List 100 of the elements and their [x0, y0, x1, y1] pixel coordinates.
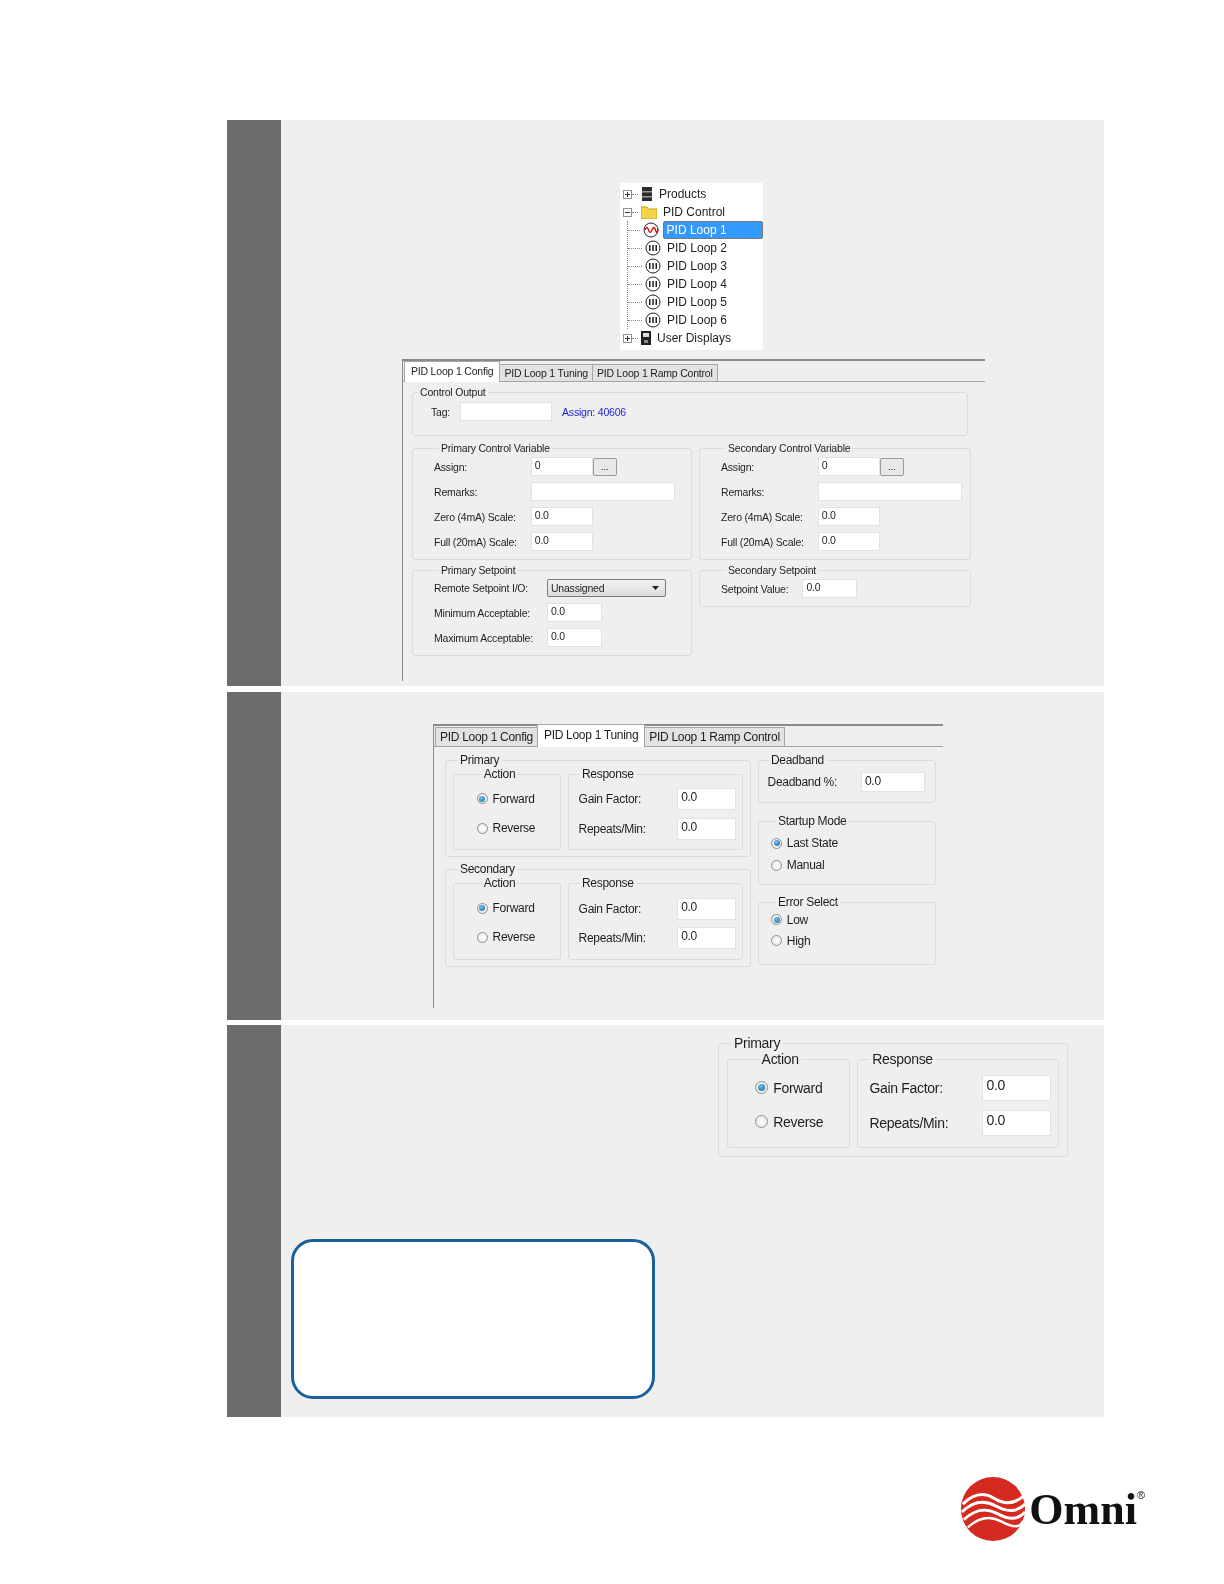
field-label: Gain Factor: — [869, 1080, 943, 1097]
group-title: Deadband — [770, 753, 825, 767]
tab[interactable]: PID Loop 1 Ramp Control — [644, 727, 785, 746]
tab[interactable]: PID Loop 1 Config — [435, 727, 538, 746]
text-field[interactable]: 0.0 — [817, 532, 880, 551]
option-label: Reverse — [492, 821, 536, 836]
field-label: Remote Setpoint I/O: — [434, 582, 530, 594]
group-title: Primary — [733, 1035, 782, 1051]
radio-button[interactable] — [754, 1115, 768, 1129]
group-title: Response — [581, 876, 635, 891]
tree-item[interactable]: PID Loop 6 — [665, 312, 730, 328]
option-label: Forward — [492, 791, 535, 806]
text-field[interactable]: 0 — [530, 457, 593, 476]
option-label: Reverse — [492, 930, 536, 945]
tab[interactable]: PID Loop 1 Config — [404, 361, 501, 382]
field-label: Repeats/Min: — [578, 821, 646, 836]
caret-icon — [651, 586, 659, 590]
tree-item[interactable]: Products — [657, 186, 709, 202]
folder-icon — [641, 205, 657, 219]
text-field[interactable]: 0.0 — [817, 507, 880, 526]
tree-item[interactable]: PID Control — [661, 204, 728, 220]
radio-button[interactable] — [476, 931, 488, 943]
field-label: Full (20mA) Scale: — [721, 535, 804, 548]
radio-button[interactable] — [771, 935, 782, 947]
field-label: Gain Factor: — [578, 792, 642, 807]
text-field[interactable]: 0.0 — [802, 579, 858, 598]
browse-button[interactable]: ... — [592, 457, 617, 476]
registered-mark: ® — [1136, 1489, 1145, 1501]
wave-icon — [642, 222, 659, 238]
tab[interactable]: PID Loop 1 Tuning — [499, 364, 593, 381]
tab[interactable]: PID Loop 1 Ramp Control — [592, 364, 718, 381]
circle-icon — [645, 240, 661, 256]
text-field[interactable]: 0.0 — [546, 628, 602, 647]
circle-icon — [645, 258, 661, 274]
radio-button[interactable] — [754, 1081, 768, 1095]
text-field[interactable]: 0.0 — [982, 1075, 1051, 1102]
field-label: Deadband %: — [767, 774, 837, 789]
group-title: Control Output — [419, 386, 487, 398]
field-label: Repeats/Min: — [578, 931, 646, 946]
field-label: Full (20mA) Scale: — [434, 535, 517, 548]
field-label: Remarks: — [721, 485, 766, 498]
option-label: Last State — [786, 836, 838, 851]
tab[interactable]: PID Loop 1 Tuning — [536, 724, 646, 747]
text-field[interactable]: 0.0 — [982, 1109, 1051, 1136]
group-title: Primary Setpoint — [440, 564, 517, 576]
field-label: Remarks: — [434, 485, 479, 498]
field-label: Gain Factor: — [578, 901, 642, 916]
browse-button[interactable]: ... — [879, 457, 904, 476]
assign-link[interactable]: Assign: 40606 — [562, 405, 626, 418]
radio-button[interactable] — [476, 902, 488, 914]
radio-button[interactable] — [771, 859, 782, 871]
expand-icon[interactable] — [623, 189, 632, 199]
radio-button[interactable] — [771, 914, 782, 926]
option-label: Forward — [492, 901, 535, 916]
dropdown[interactable]: Unassigned — [546, 579, 666, 597]
logo-text: Omni — [1029, 1483, 1137, 1535]
group-title: Startup Mode — [777, 814, 848, 829]
field-label: Zero (4mA) Scale: — [721, 510, 804, 523]
option-label: Low — [786, 912, 808, 927]
text-field[interactable]: 0.0 — [530, 507, 593, 526]
tag-field[interactable] — [460, 402, 553, 421]
option-label: High — [786, 933, 811, 948]
text-field[interactable] — [530, 482, 675, 501]
radio-button[interactable] — [771, 837, 782, 849]
radio-button[interactable] — [476, 822, 488, 834]
text-field[interactable]: 0.0 — [861, 771, 925, 792]
group-title: Action — [482, 876, 517, 891]
text-field[interactable]: 0.0 — [677, 788, 736, 811]
expand-icon[interactable] — [623, 207, 632, 217]
group-title: Secondary Control Variable — [727, 442, 852, 454]
text-field[interactable]: 0.0 — [677, 817, 736, 840]
tree-item[interactable]: PID Loop 2 — [665, 240, 730, 256]
text-field[interactable]: 0.0 — [530, 532, 593, 551]
group-title: Primary Control Variable — [440, 442, 551, 454]
text-field[interactable] — [817, 482, 962, 501]
field-label: Minimum Acceptable: — [434, 606, 531, 619]
device-icon — [641, 331, 651, 345]
text-field[interactable]: 0.0 — [677, 897, 736, 920]
field-label: Assign: — [721, 460, 756, 473]
logo-icon — [959, 1475, 1028, 1543]
expand-icon[interactable] — [623, 333, 632, 343]
group-title: Action — [482, 767, 517, 781]
tree-item[interactable]: PID Loop 3 — [665, 258, 730, 274]
tree-item[interactable]: User Displays — [655, 330, 733, 346]
radio-button[interactable] — [476, 793, 488, 805]
text-field[interactable]: 0.0 — [677, 926, 736, 950]
circle-icon — [645, 312, 661, 328]
group-title: Primary — [459, 753, 501, 767]
tree-item[interactable]: PID Loop 4 — [665, 276, 730, 292]
option-label: Reverse — [773, 1113, 824, 1130]
group-title: Error Select — [777, 895, 839, 910]
circle-icon — [645, 276, 661, 292]
text-field[interactable]: 0 — [817, 457, 880, 476]
field-label: Assign: — [434, 460, 469, 473]
barrel-icon — [641, 187, 653, 201]
field-label: Setpoint Value: — [721, 582, 789, 595]
field-label: Tag: — [431, 405, 451, 418]
text-field[interactable]: 0.0 — [546, 603, 602, 622]
field-label: Maximum Acceptable: — [434, 631, 533, 644]
tree-item[interactable]: PID Loop 5 — [665, 294, 730, 310]
